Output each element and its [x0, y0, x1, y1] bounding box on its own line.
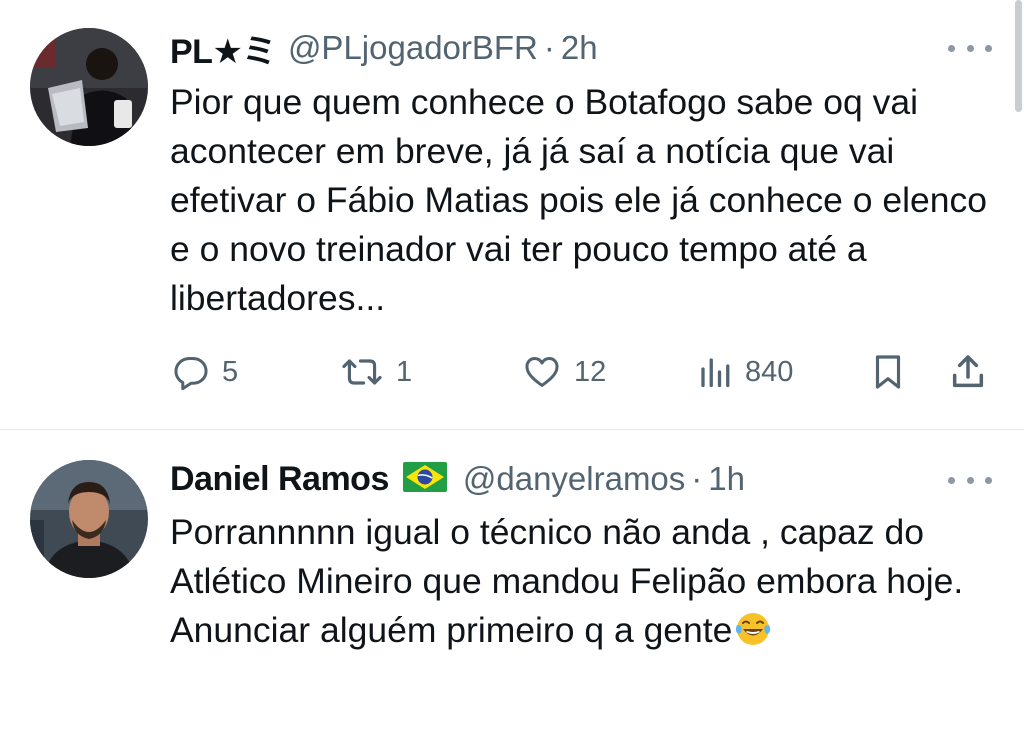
display-name[interactable]: Daniel Ramos — [170, 460, 389, 499]
action-bar: 5 1 12 840 — [0, 347, 1024, 397]
separator-dot: · — [691, 460, 703, 497]
more-options-icon[interactable] — [948, 470, 992, 490]
share-icon — [952, 355, 984, 388]
tweet-text: Porrannnnn igual o técnico não anda , ca… — [170, 508, 1000, 661]
reply-count: 5 — [222, 355, 239, 388]
brazil-flag-icon — [402, 461, 447, 497]
views-icon — [701, 358, 730, 388]
like-count: 12 — [574, 355, 607, 388]
display-name[interactable]: PL★ミ — [170, 24, 276, 73]
bookmark-button[interactable] — [870, 347, 906, 397]
more-options-icon[interactable] — [948, 38, 992, 58]
views-button[interactable]: 840 — [697, 347, 793, 397]
tweet-text: Pior que quem conhece o Botafogo sabe oq… — [170, 82, 987, 318]
tweet-1[interactable]: PL★ミ @PLjogadorBFR · 2h Pior que quem co… — [0, 0, 1024, 430]
user-handle[interactable]: @PLjogadorBFR — [288, 29, 538, 67]
avatar-image — [30, 28, 148, 146]
tweet-2[interactable]: Daniel Ramos @danyelramos · 1h Porrannnn… — [0, 430, 1024, 739]
tweet-header: Daniel Ramos @danyelramos · 1h — [170, 456, 745, 502]
reply-button[interactable]: 5 — [172, 347, 238, 397]
tweet-text-content: Porrannnnn igual o técnico não anda , ca… — [170, 512, 964, 650]
view-count: 840 — [745, 355, 794, 388]
timestamp[interactable]: 1h — [708, 460, 745, 498]
repost-button[interactable]: 1 — [340, 347, 412, 397]
like-button[interactable]: 12 — [522, 347, 606, 397]
tears-of-joy-emoji-icon — [734, 610, 772, 661]
repost-icon — [342, 359, 382, 385]
repost-count: 1 — [396, 355, 413, 388]
avatar[interactable] — [30, 460, 148, 578]
avatar-image — [30, 460, 148, 578]
user-handle[interactable]: @danyelramos — [463, 460, 685, 498]
tweet-header: PL★ミ @PLjogadorBFR · 2h — [170, 25, 598, 71]
avatar[interactable] — [30, 28, 148, 146]
bookmark-icon — [875, 355, 901, 389]
reply-icon — [174, 357, 208, 391]
separator-dot: · — [543, 29, 555, 66]
share-button[interactable] — [948, 347, 988, 397]
timestamp[interactable]: 2h — [561, 29, 598, 67]
heart-icon — [525, 357, 559, 387]
